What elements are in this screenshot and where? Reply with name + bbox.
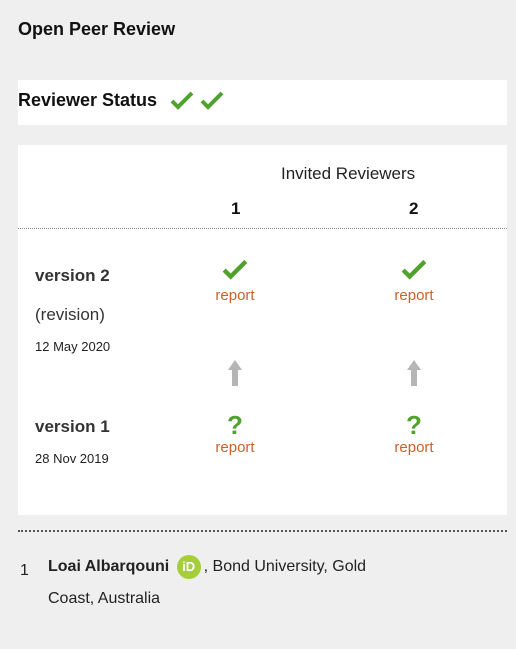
v2-reviewer-2-cell: report (364, 258, 464, 304)
reviewer-affiliation-cont: Coast, Australia (48, 590, 161, 607)
check-icon (222, 259, 248, 280)
check-icon (200, 91, 224, 110)
v2-reviewer-1-cell: report (185, 258, 285, 304)
version-2-date: 12 May 2020 (35, 339, 111, 354)
reviewer-line-1: Loai Albarqouni iD, Bond University, Gol… (48, 555, 366, 579)
reviewer-status-bar: Reviewer Status (18, 80, 507, 125)
page-title: Open Peer Review (18, 19, 176, 39)
check-icon (170, 91, 194, 110)
report-link[interactable]: report (185, 439, 285, 456)
reviewer-status-label: Reviewer Status (18, 90, 158, 110)
reviewer-affiliation: , Bond University, Gold (203, 558, 367, 576)
report-link[interactable]: report (364, 439, 464, 456)
status-checks (170, 90, 224, 110)
version-2-label: version 2 (35, 266, 110, 285)
invited-reviewers-heading: Invited Reviewers (281, 164, 416, 183)
report-link[interactable]: report (185, 287, 285, 304)
arrow-up-icon (228, 360, 242, 386)
v1-reviewer-2-cell: ? report (364, 410, 464, 456)
version-2-note: (revision) (35, 305, 105, 324)
reviewer-number: 1 (20, 562, 29, 579)
arrow-up-icon (407, 360, 421, 386)
question-mark-icon: ? (406, 410, 422, 440)
reviewer-column-1: 1 (231, 199, 241, 218)
question-mark-icon: ? (227, 410, 243, 440)
v1-reviewer-1-cell: ? report (185, 410, 285, 456)
reviewer-column-2: 2 (409, 199, 419, 218)
reviewer-name[interactable]: Loai Albarqouni (48, 558, 169, 575)
orcid-icon[interactable]: iD (176, 555, 201, 579)
divider (18, 228, 507, 229)
review-status-table: Invited Reviewers 1 2 version 2 (revisio… (18, 145, 507, 515)
version-1-date: 28 Nov 2019 (35, 451, 109, 466)
report-link[interactable]: report (364, 287, 464, 304)
check-icon (401, 259, 427, 280)
reviewer-list: 1 Loai Albarqouni iD, Bond University, G… (18, 540, 507, 640)
footer-divider (18, 530, 507, 532)
version-1-label: version 1 (35, 417, 110, 436)
